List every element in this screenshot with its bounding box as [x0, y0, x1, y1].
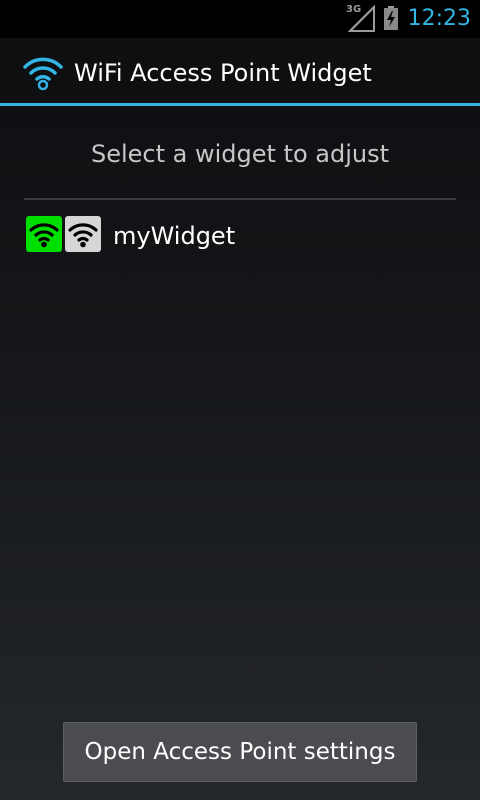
- wifi-off-icon: [65, 216, 101, 252]
- app-title: WiFi Access Point Widget: [74, 59, 372, 87]
- network-type-label: 3G: [346, 4, 362, 15]
- wifi-icon[interactable]: [22, 54, 64, 92]
- select-widget-prompt: Select a widget to adjust: [90, 140, 390, 168]
- action-bar: WiFi Access Point Widget: [0, 38, 480, 106]
- divider: [24, 198, 456, 200]
- battery-charging-icon: [384, 6, 398, 30]
- widget-name: myWidget: [113, 222, 236, 250]
- signal-3g-icon: 3G: [346, 4, 376, 32]
- status-bar: 3G 12:23: [0, 0, 480, 38]
- wifi-on-icon: [26, 216, 62, 252]
- status-time: 12:23: [407, 6, 471, 31]
- widget-list-item[interactable]: myWidget: [24, 206, 456, 266]
- open-access-point-settings-button[interactable]: Open Access Point settings: [63, 722, 417, 782]
